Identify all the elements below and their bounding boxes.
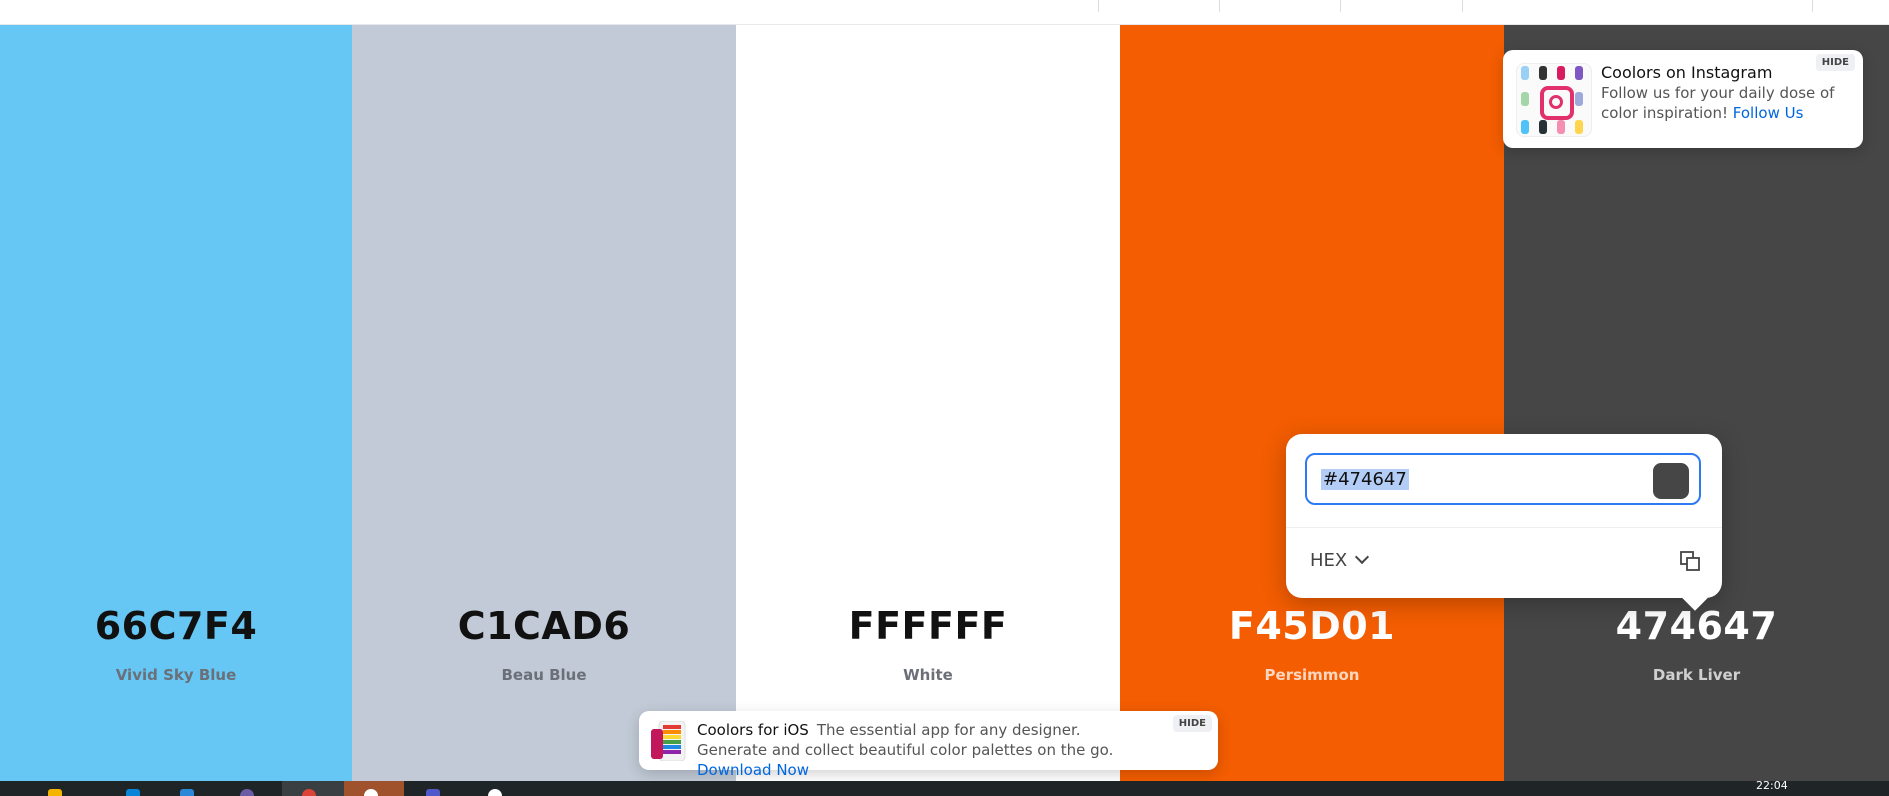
store-icon[interactable] bbox=[180, 789, 194, 796]
color-name: Persimmon bbox=[1264, 666, 1360, 684]
top-toolbar bbox=[0, 0, 1889, 25]
ios-notice: Coolors for iOS The essential app for any… bbox=[639, 711, 1218, 779]
instagram-notice: Coolors on Instagram Follow us for your … bbox=[1503, 50, 1863, 148]
copy-icon[interactable] bbox=[1680, 551, 1700, 571]
taskbar: 22:04 bbox=[0, 781, 1889, 796]
toolbar-divider bbox=[1219, 0, 1220, 12]
hex-input-value[interactable]: #474647 bbox=[1321, 469, 1409, 490]
clock[interactable]: 22:04 bbox=[1756, 781, 1788, 792]
color-column-persimmon[interactable]: F45D01 Persimmon bbox=[1120, 25, 1504, 781]
divider bbox=[1286, 527, 1722, 528]
color-hex-code[interactable]: FFFFFF bbox=[736, 604, 1120, 648]
color-name: Beau Blue bbox=[501, 666, 587, 684]
notice-body: Follow us for your daily dose of color i… bbox=[1601, 83, 1851, 123]
app-icon[interactable] bbox=[240, 789, 254, 796]
format-label: HEX bbox=[1310, 550, 1348, 571]
color-name: White bbox=[903, 666, 953, 684]
color-hex-code[interactable]: 66C7F4 bbox=[0, 604, 352, 648]
color-column-beau-blue[interactable]: C1CAD6 Beau Blue bbox=[352, 25, 736, 781]
color-name: Dark Liver bbox=[1652, 666, 1741, 684]
notice-title: Coolors for iOS bbox=[697, 721, 809, 739]
download-now-link[interactable]: Download Now bbox=[697, 761, 809, 779]
toolbar-divider bbox=[1340, 0, 1341, 12]
chevron-down-icon bbox=[1355, 549, 1370, 565]
color-hex-code[interactable]: F45D01 bbox=[1120, 604, 1504, 648]
color-picker-popover: #474647 HEX bbox=[1286, 434, 1722, 598]
app-icon[interactable] bbox=[488, 789, 502, 796]
toolbar-divider bbox=[1098, 0, 1099, 12]
hex-input[interactable]: #474647 bbox=[1305, 453, 1701, 505]
instagram-icon bbox=[1516, 63, 1592, 137]
ios-app-icon bbox=[651, 721, 686, 761]
app-icon[interactable] bbox=[364, 789, 378, 796]
color-hex-code[interactable]: C1CAD6 bbox=[352, 604, 736, 648]
hide-button[interactable]: HIDE bbox=[1815, 54, 1855, 71]
file-explorer-icon[interactable] bbox=[48, 789, 62, 796]
edge-icon[interactable] bbox=[126, 789, 140, 796]
color-name: Vivid Sky Blue bbox=[115, 666, 237, 684]
color-column-vivid-sky-blue[interactable]: 66C7F4 Vivid Sky Blue bbox=[0, 25, 352, 781]
color-swatch[interactable] bbox=[1653, 463, 1689, 499]
hide-button[interactable]: HIDE bbox=[1172, 715, 1212, 732]
toolbar-divider bbox=[1462, 0, 1463, 12]
follow-us-link[interactable]: Follow Us bbox=[1733, 104, 1804, 122]
color-hex-code[interactable]: 474647 bbox=[1504, 604, 1889, 648]
format-dropdown[interactable]: HEX bbox=[1310, 549, 1370, 571]
toolbar-divider bbox=[1812, 0, 1813, 12]
chrome-icon[interactable] bbox=[302, 789, 316, 796]
color-column-white[interactable]: FFFFFF White bbox=[736, 25, 1120, 781]
notice-body: Coolors for iOS The essential app for any… bbox=[697, 720, 1137, 780]
teams-icon[interactable] bbox=[426, 789, 440, 796]
notice-title: Coolors on Instagram bbox=[1601, 63, 1773, 82]
